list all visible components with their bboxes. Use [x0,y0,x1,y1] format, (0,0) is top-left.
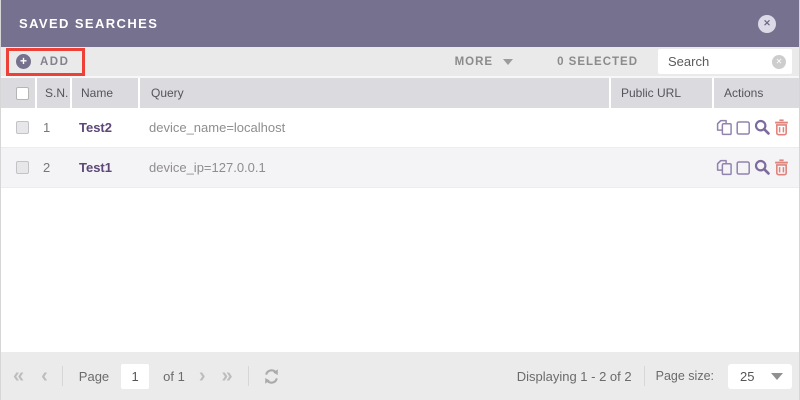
page-count-label: of 1 [163,369,185,384]
search-box: ✕ [658,49,792,74]
magnifier-icon[interactable] [754,119,771,136]
page-label: Page [79,369,109,384]
column-header-name[interactable]: Name [70,78,138,108]
saved-search-name-link[interactable]: Test2 [70,108,138,147]
page-number-input[interactable] [121,364,149,389]
saved-search-query: device_name=localhost [138,108,609,147]
public-url-cell [609,108,712,147]
row-checkbox[interactable] [16,121,29,134]
divider [248,366,249,386]
row-checkbox-cell [1,108,35,147]
delete-icon[interactable] [774,119,789,136]
table-row[interactable]: 2 Test1 device_ip=127.0.0.1 [1,148,799,188]
plus-icon: + [16,54,31,69]
column-header-actions[interactable]: Actions [712,78,799,108]
add-button[interactable]: + ADD [6,48,85,76]
refresh-icon[interactable] [263,368,280,385]
box-icon[interactable] [736,159,751,176]
empty-table-area [1,188,799,352]
column-header-sn[interactable]: S.N. [35,78,70,108]
page-size-value: 25 [740,369,754,384]
column-header-query[interactable]: Query [138,78,609,108]
chevron-down-icon [503,59,513,65]
select-all-checkbox[interactable] [16,87,29,100]
page-size-label: Page size: [656,369,714,383]
public-url-cell [609,148,712,187]
prev-page-icon[interactable]: ‹ [41,366,48,386]
page-size-select[interactable]: 25 [728,364,792,389]
row-checkbox[interactable] [16,161,29,174]
table-row[interactable]: 1 Test2 device_name=localhost [1,108,799,148]
saved-search-query: device_ip=127.0.0.1 [138,148,609,187]
add-button-label: ADD [40,56,69,68]
displaying-label: Displaying 1 - 2 of 2 [517,369,632,384]
next-page-icon[interactable]: › [199,366,206,386]
row-checkbox-cell [1,148,35,187]
divider [644,366,645,386]
saved-search-name-link[interactable]: Test1 [70,148,138,187]
pagination-bar: « ‹ Page of 1 › » Displaying 1 - 2 of 2 … [1,352,799,400]
selected-count: 0 SELECTED [557,56,638,68]
divider [62,366,63,386]
chevron-down-icon [771,373,783,380]
copy-icon[interactable] [716,159,733,176]
row-sn: 2 [35,148,70,187]
toolbar: + ADD MORE 0 SELECTED ✕ [1,47,799,76]
table-header: S.N. Name Query Public URL Actions [1,76,799,108]
close-icon[interactable]: ✕ [758,15,776,33]
saved-searches-panel: SAVED SEARCHES ✕ + ADD MORE 0 SELECTED ✕… [0,0,800,400]
column-header-public-url[interactable]: Public URL [609,78,712,108]
more-button-label: MORE [455,56,494,68]
clear-search-icon[interactable]: ✕ [772,55,786,69]
box-icon[interactable] [736,119,751,136]
titlebar: SAVED SEARCHES ✕ [1,0,799,47]
row-actions [712,148,799,187]
header-checkbox-cell [1,78,35,108]
last-page-icon[interactable]: » [222,366,233,386]
more-button[interactable]: MORE [455,56,514,68]
first-page-icon[interactable]: « [13,366,24,386]
magnifier-icon[interactable] [754,159,771,176]
row-sn: 1 [35,108,70,147]
row-actions [712,108,799,147]
delete-icon[interactable] [774,159,789,176]
page-title: SAVED SEARCHES [19,16,158,31]
copy-icon[interactable] [716,119,733,136]
